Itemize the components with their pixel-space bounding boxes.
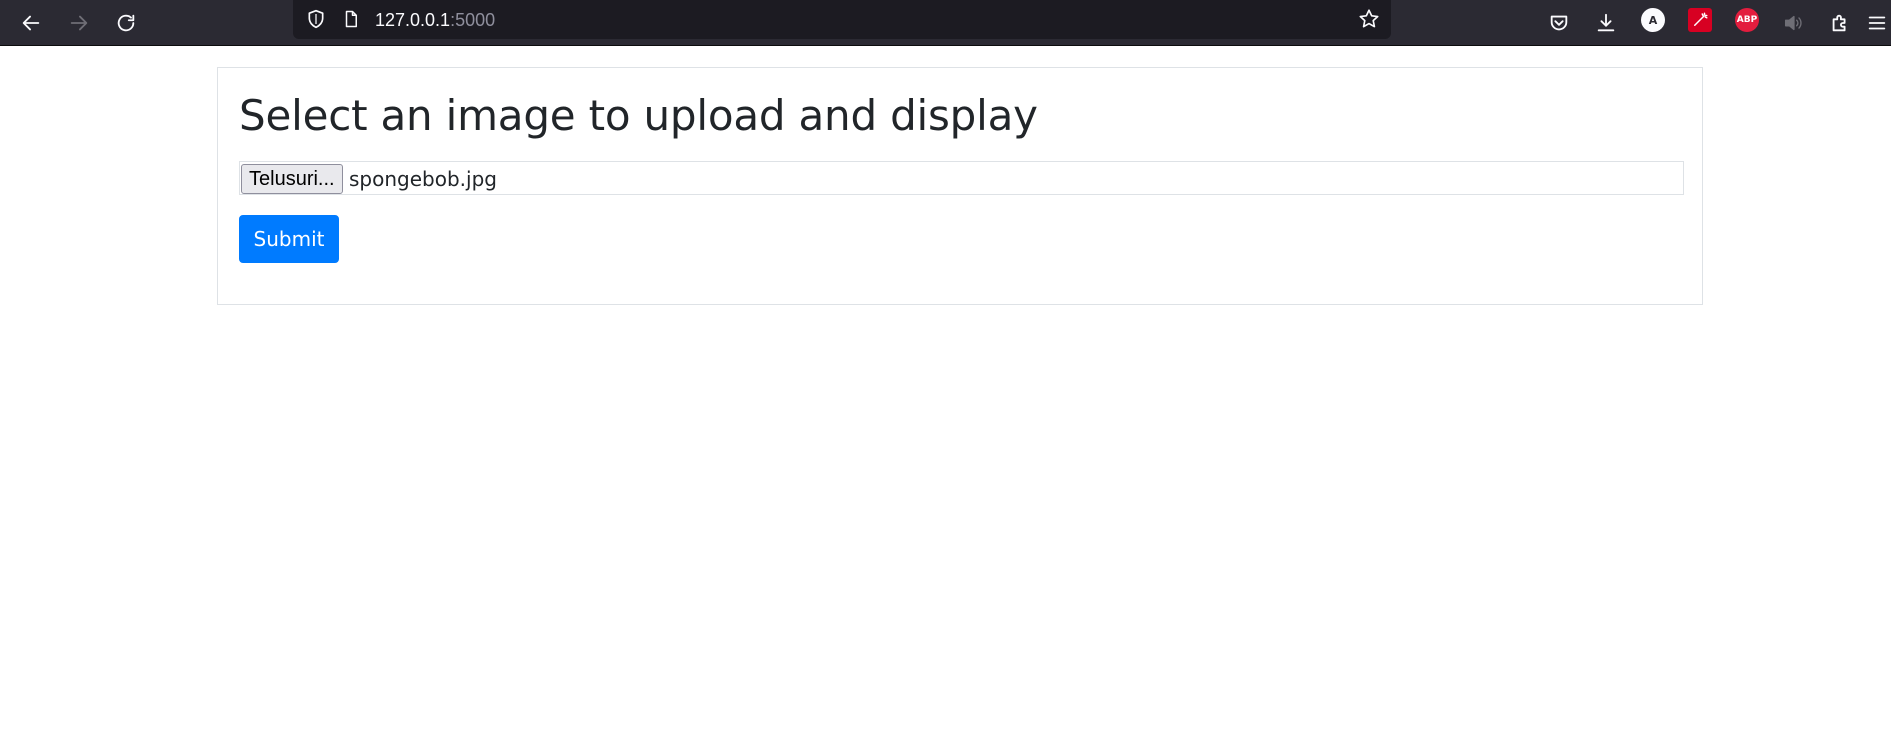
hamburger-menu-icon[interactable]	[1866, 7, 1891, 39]
extensions-puzzle-icon[interactable]	[1824, 7, 1856, 39]
audio-icon[interactable]	[1777, 7, 1809, 39]
adblock-plus-label: ABP	[1736, 15, 1758, 25]
reload-icon[interactable]	[110, 7, 142, 39]
page-info-icon[interactable]	[340, 8, 362, 30]
account-icon[interactable]: A	[1641, 8, 1665, 32]
url-host: 127.0.0.1	[375, 10, 451, 30]
url-text[interactable]: 127.0.0.1:5000	[375, 9, 495, 31]
bookmark-star-icon[interactable]	[1358, 8, 1380, 30]
forward-arrow-icon[interactable]	[63, 7, 95, 39]
downloads-icon[interactable]	[1590, 7, 1622, 39]
browse-file-button[interactable]: Telusuri...	[241, 164, 343, 194]
url-port: :5000	[450, 10, 496, 30]
selected-file-name: spongebob.jpg	[349, 167, 497, 191]
pocket-icon[interactable]	[1543, 7, 1575, 39]
upload-card: Select an image to upload and display Te…	[217, 67, 1703, 305]
browser-toolbar: 127.0.0.1:5000 A ABP	[0, 0, 1891, 46]
url-bar[interactable]: 127.0.0.1:5000	[293, 0, 1391, 39]
extension-icon[interactable]	[1688, 8, 1712, 32]
adblock-plus-icon[interactable]: ABP	[1735, 8, 1759, 32]
file-input[interactable]: Telusuri... spongebob.jpg	[239, 161, 1684, 195]
back-arrow-icon[interactable]	[15, 7, 47, 39]
submit-button[interactable]: Submit	[239, 215, 339, 263]
page-title: Select an image to upload and display	[239, 91, 1038, 140]
account-letter: A	[1648, 13, 1658, 27]
tracking-protection-shield-icon[interactable]	[305, 8, 327, 30]
